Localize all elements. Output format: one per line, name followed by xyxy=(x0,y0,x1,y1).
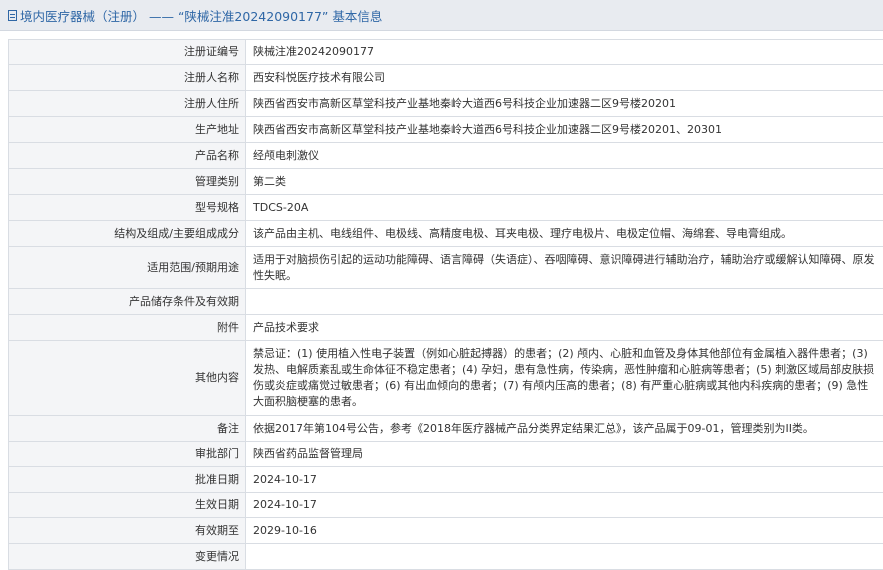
table-row: 备注 依据2017年第104号公告，参考《2018年医疗器械产品分类界定结果汇总… xyxy=(8,415,883,442)
row-value: 西安科悦医疗技术有限公司 xyxy=(245,64,883,91)
row-label: 附件 xyxy=(8,314,246,341)
table-row: 其他内容 禁忌证：(1) 使用植入性电子装置（例如心脏起搏器）的患者；(2) 颅… xyxy=(8,340,883,416)
table-row: 附件 产品技术要求 xyxy=(8,314,883,341)
table-row: 审批部门 陕西省药品监督管理局 xyxy=(8,441,883,467)
row-value xyxy=(245,288,883,315)
table-row: 管理类别 第二类 xyxy=(8,168,883,195)
row-label: 其他内容 xyxy=(8,340,246,416)
row-label: 生效日期 xyxy=(8,492,246,518)
page-header: 境内医疗器械（注册） —— “陕械注准20242090177” 基本信息 xyxy=(0,0,883,31)
row-value: 2024-10-17 xyxy=(245,492,883,518)
document-icon xyxy=(8,9,17,21)
table-row: 生产地址 陕西省西安市高新区草堂科技产业基地秦岭大道西6号科技企业加速器二区9号… xyxy=(8,116,883,143)
row-label: 型号规格 xyxy=(8,194,246,221)
table-row: 适用范围/预期用途 适用于对脑损伤引起的运动功能障碍、语言障碍（失语症）、吞咽障… xyxy=(8,246,883,289)
table-row: 产品名称 经颅电刺激仪 xyxy=(8,142,883,169)
row-value: 禁忌证：(1) 使用植入性电子装置（例如心脏起搏器）的患者；(2) 颅内、心脏和… xyxy=(245,340,883,416)
row-label: 产品储存条件及有效期 xyxy=(8,288,246,315)
table-row: 注册人名称 西安科悦医疗技术有限公司 xyxy=(8,64,883,91)
row-label: 注册人住所 xyxy=(8,90,246,117)
row-label: 产品名称 xyxy=(8,142,246,169)
row-label: 结构及组成/主要组成成分 xyxy=(8,220,246,247)
row-value: 陕械注准20242090177 xyxy=(245,39,883,65)
row-value: 依据2017年第104号公告，参考《2018年医疗器械产品分类界定结果汇总》，该… xyxy=(245,415,883,442)
row-value: 经颅电刺激仪 xyxy=(245,142,883,169)
row-label: 审批部门 xyxy=(8,441,246,467)
table-row: 型号规格 TDCS-20A xyxy=(8,194,883,221)
row-value: 适用于对脑损伤引起的运动功能障碍、语言障碍（失语症）、吞咽障碍、意识障碍进行辅助… xyxy=(245,246,883,289)
row-label: 备注 xyxy=(8,415,246,442)
row-value xyxy=(245,543,883,570)
row-label: 适用范围/预期用途 xyxy=(8,246,246,289)
row-label: 生产地址 xyxy=(8,116,246,143)
info-table: 注册证编号 陕械注准20242090177 注册人名称 西安科悦医疗技术有限公司… xyxy=(8,39,883,570)
row-value: 第二类 xyxy=(245,168,883,195)
row-value: 陕西省西安市高新区草堂科技产业基地秦岭大道西6号科技企业加速器二区9号楼2020… xyxy=(245,116,883,143)
table-row: 产品储存条件及有效期 xyxy=(8,288,883,315)
row-label: 注册证编号 xyxy=(8,39,246,65)
row-value: 陕西省药品监督管理局 xyxy=(245,441,883,467)
row-value: 该产品由主机、电线组件、电极线、高精度电极、耳夹电极、理疗电极片、电极定位帽、海… xyxy=(245,220,883,247)
table-row: 结构及组成/主要组成成分 该产品由主机、电线组件、电极线、高精度电极、耳夹电极、… xyxy=(8,220,883,247)
row-value: 2029-10-16 xyxy=(245,517,883,544)
row-label: 变更情况 xyxy=(8,543,246,570)
table-row: 有效期至 2029-10-16 xyxy=(8,517,883,544)
row-label: 有效期至 xyxy=(8,517,246,544)
table-row: 批准日期 2024-10-17 xyxy=(8,466,883,493)
row-label: 批准日期 xyxy=(8,466,246,493)
row-value: 2024-10-17 xyxy=(245,466,883,493)
row-value: TDCS-20A xyxy=(245,194,883,221)
table-row: 生效日期 2024-10-17 xyxy=(8,492,883,518)
table-row: 注册证编号 陕械注准20242090177 xyxy=(8,39,883,65)
table-row: 变更情况 xyxy=(8,543,883,570)
page-title: 境内医疗器械（注册） —— “陕械注准20242090177” 基本信息 xyxy=(20,8,383,24)
row-label: 管理类别 xyxy=(8,168,246,195)
table-row: 注册人住所 陕西省西安市高新区草堂科技产业基地秦岭大道西6号科技企业加速器二区9… xyxy=(8,90,883,117)
row-value: 陕西省西安市高新区草堂科技产业基地秦岭大道西6号科技企业加速器二区9号楼2020… xyxy=(245,90,883,117)
row-label: 注册人名称 xyxy=(8,64,246,91)
row-value: 产品技术要求 xyxy=(245,314,883,341)
